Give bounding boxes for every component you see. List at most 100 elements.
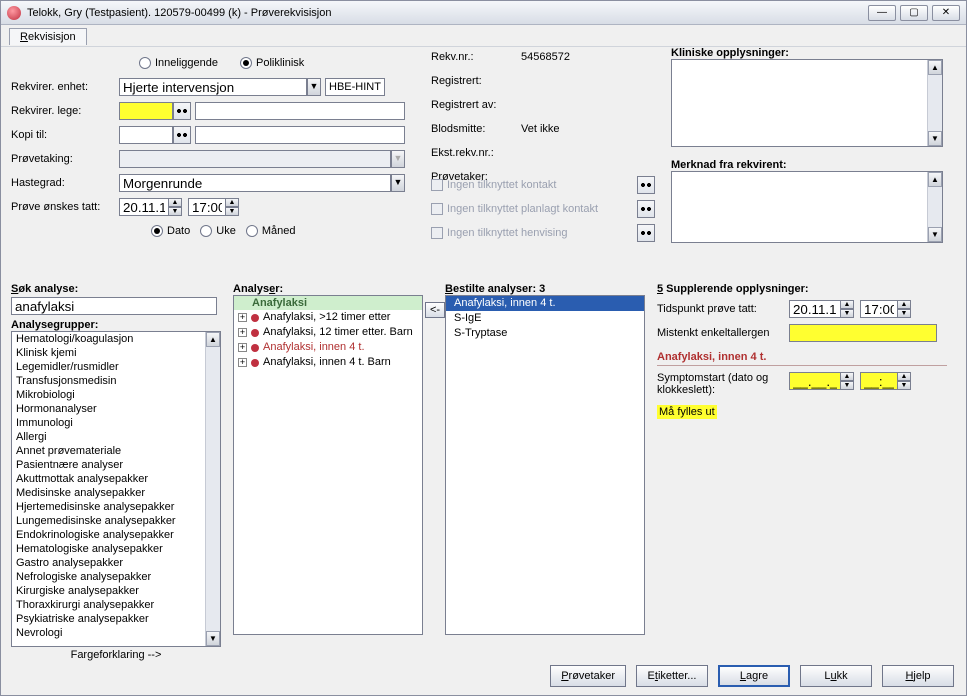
gruppe-item[interactable]: Nefrologiske analysepakker [12,570,220,584]
symptom-date-down[interactable]: ▼ [840,381,854,390]
gruppe-item[interactable]: Akuttmottak analysepakker [12,472,220,486]
symptom-time-down[interactable]: ▼ [897,381,911,390]
tree-node-label: Anafylaksi, >12 timer etter [263,310,390,325]
kopi-field[interactable] [119,126,173,144]
radio-inneliggende[interactable] [139,57,151,69]
gruppe-item[interactable]: Allergi [12,430,220,444]
rekv-lege-name-field[interactable] [195,102,405,120]
bestilte-label: Bestilte analyser: 3 [445,283,645,295]
tidspunkt-date-down[interactable]: ▼ [840,309,854,318]
merknad-scrollbar[interactable]: ▲▼ [927,172,942,242]
hjelp-button[interactable]: Hjelp [882,665,954,687]
bestilte-listbox[interactable]: Anafylaksi, innen 4 t.S-IgES-Tryptase [445,295,645,635]
gruppe-item[interactable]: Gastro analysepakker [12,556,220,570]
symptom-time-up[interactable]: ▲ [897,372,911,381]
kliniske-textarea[interactable]: ▲▼ [671,59,943,147]
radio-dato[interactable] [151,225,163,237]
gruppe-item[interactable]: Pasientnære analyser [12,458,220,472]
expand-icon[interactable]: + [238,328,247,337]
lukk-button[interactable]: Lukk [800,665,872,687]
remove-button[interactable]: <- [425,302,445,318]
gruppe-item[interactable]: Kirurgiske analysepakker [12,584,220,598]
gruppe-item[interactable]: Psykiatriske analysepakker [12,612,220,626]
kliniske-scrollbar[interactable]: ▲▼ [927,60,942,146]
maximize-button[interactable]: ▢ [900,5,928,21]
analyser-tree[interactable]: Anafylaksi +Anafylaksi, >12 timer etter+… [233,295,423,635]
gruppe-item[interactable]: Hematologi/koagulasjon [12,332,220,346]
tree-node[interactable]: +Anafylaksi, innen 4 t. [234,340,422,355]
gruppe-item[interactable]: Hematologiske analysepakker [12,542,220,556]
radio-poliklinisk[interactable] [240,57,252,69]
prove-tatt-date[interactable] [119,198,169,216]
mistenkt-field[interactable] [789,324,937,342]
symptom-date-up[interactable]: ▲ [840,372,854,381]
symptom-date[interactable] [789,372,841,390]
tidspunkt-time-down[interactable]: ▼ [897,309,911,318]
gruppe-item[interactable]: Hjertemedisinske analysepakker [12,500,220,514]
bino-kontakt-icon[interactable] [637,176,655,194]
gruppe-item[interactable]: Transfusjonsmedisin [12,374,220,388]
close-button[interactable]: ✕ [932,5,960,21]
kopi-search-icon[interactable] [173,126,191,144]
hastegrad-dropdown[interactable]: ▼ [391,174,405,192]
minimize-button[interactable]: — [868,5,896,21]
provetaking-label: Prøvetaking: [11,153,119,165]
radio-uke[interactable] [200,225,212,237]
tree-node[interactable]: + Anafylaksi, >12 timer etter [234,310,422,325]
bestilt-item[interactable]: S-Tryptase [446,326,644,341]
tree-node-label: Anafylaksi, innen 4 t. Barn [263,355,391,370]
radio-maned[interactable] [246,225,258,237]
fargeforklaring-link[interactable]: Fargeforklaring --> [11,649,221,661]
hastegrad-label: Hastegrad: [11,177,119,189]
gruppe-item[interactable]: Immunologi [12,416,220,430]
gruppe-item[interactable]: Hormonanalyser [12,402,220,416]
kopi-name-field[interactable] [195,126,405,144]
merknad-textarea[interactable]: ▲▼ [671,171,943,243]
hastegrad-field[interactable] [119,174,391,192]
date-up[interactable]: ▲ [168,198,182,207]
date-down[interactable]: ▼ [168,207,182,216]
gruppe-item[interactable]: Klinisk kjemi [12,346,220,360]
time-down[interactable]: ▼ [225,207,239,216]
chk-planlagt-label: Ingen tilknyttet planlagt kontakt [447,203,598,215]
tidspunkt-date-up[interactable]: ▲ [840,300,854,309]
lagre-button[interactable]: Lagre [718,665,790,687]
etiketter-button[interactable]: Etiketter... [636,665,708,687]
rekv-lege-field[interactable] [119,102,173,120]
gruppe-item[interactable]: Endokrinologiske analysepakker [12,528,220,542]
tidspunkt-label: Tidspunkt prøve tatt: [657,303,789,315]
grupper-scrollbar[interactable]: ▲▼ [205,332,220,646]
rekv-enhet-field[interactable] [119,78,307,96]
tab-rekvisisjon[interactable]: Rekvisisjon [9,28,87,45]
tree-node[interactable]: + Anafylaksi, innen 4 t. Barn [234,355,422,370]
tree-root[interactable]: Anafylaksi [234,296,422,310]
time-up[interactable]: ▲ [225,198,239,207]
bino-planlagt-icon[interactable] [637,200,655,218]
gruppe-item[interactable]: Legemidler/rusmidler [12,360,220,374]
gruppe-item[interactable]: Annet prøvemateriale [12,444,220,458]
gruppe-item[interactable]: Thoraxkirurgi analysepakker [12,598,220,612]
provetaker-button[interactable]: Prøvetaker [550,665,626,687]
analysegrupper-listbox[interactable]: Hematologi/koagulasjonKlinisk kjemiLegem… [11,331,221,647]
rekv-enhet-dropdown[interactable]: ▼ [307,78,321,96]
gruppe-item[interactable]: Medisinske analysepakker [12,486,220,500]
gruppe-item[interactable]: Mikrobiologi [12,388,220,402]
prove-tatt-time[interactable] [188,198,226,216]
gruppe-item[interactable]: Lungemedisinske analysepakker [12,514,220,528]
gruppe-item[interactable]: Nevrologi [12,626,220,640]
sok-analyse-input[interactable] [11,297,217,315]
bino-henvising-icon[interactable] [637,224,655,242]
bestilt-item[interactable]: Anafylaksi, innen 4 t. [446,296,644,311]
tidspunkt-date[interactable] [789,300,841,318]
expand-icon[interactable]: + [238,343,247,352]
provetaking-dropdown: ▼ [391,150,405,168]
tree-node[interactable]: +Anafylaksi, 12 timer etter. Barn [234,325,422,340]
bestilt-item[interactable]: S-IgE [446,311,644,326]
tidspunkt-time[interactable] [860,300,898,318]
tidspunkt-time-up[interactable]: ▲ [897,300,911,309]
symptom-time[interactable] [860,372,898,390]
bullet-icon [251,344,259,352]
expand-icon[interactable]: + [238,358,247,367]
expand-icon[interactable]: + [238,313,247,322]
rekv-lege-search-icon[interactable] [173,102,191,120]
